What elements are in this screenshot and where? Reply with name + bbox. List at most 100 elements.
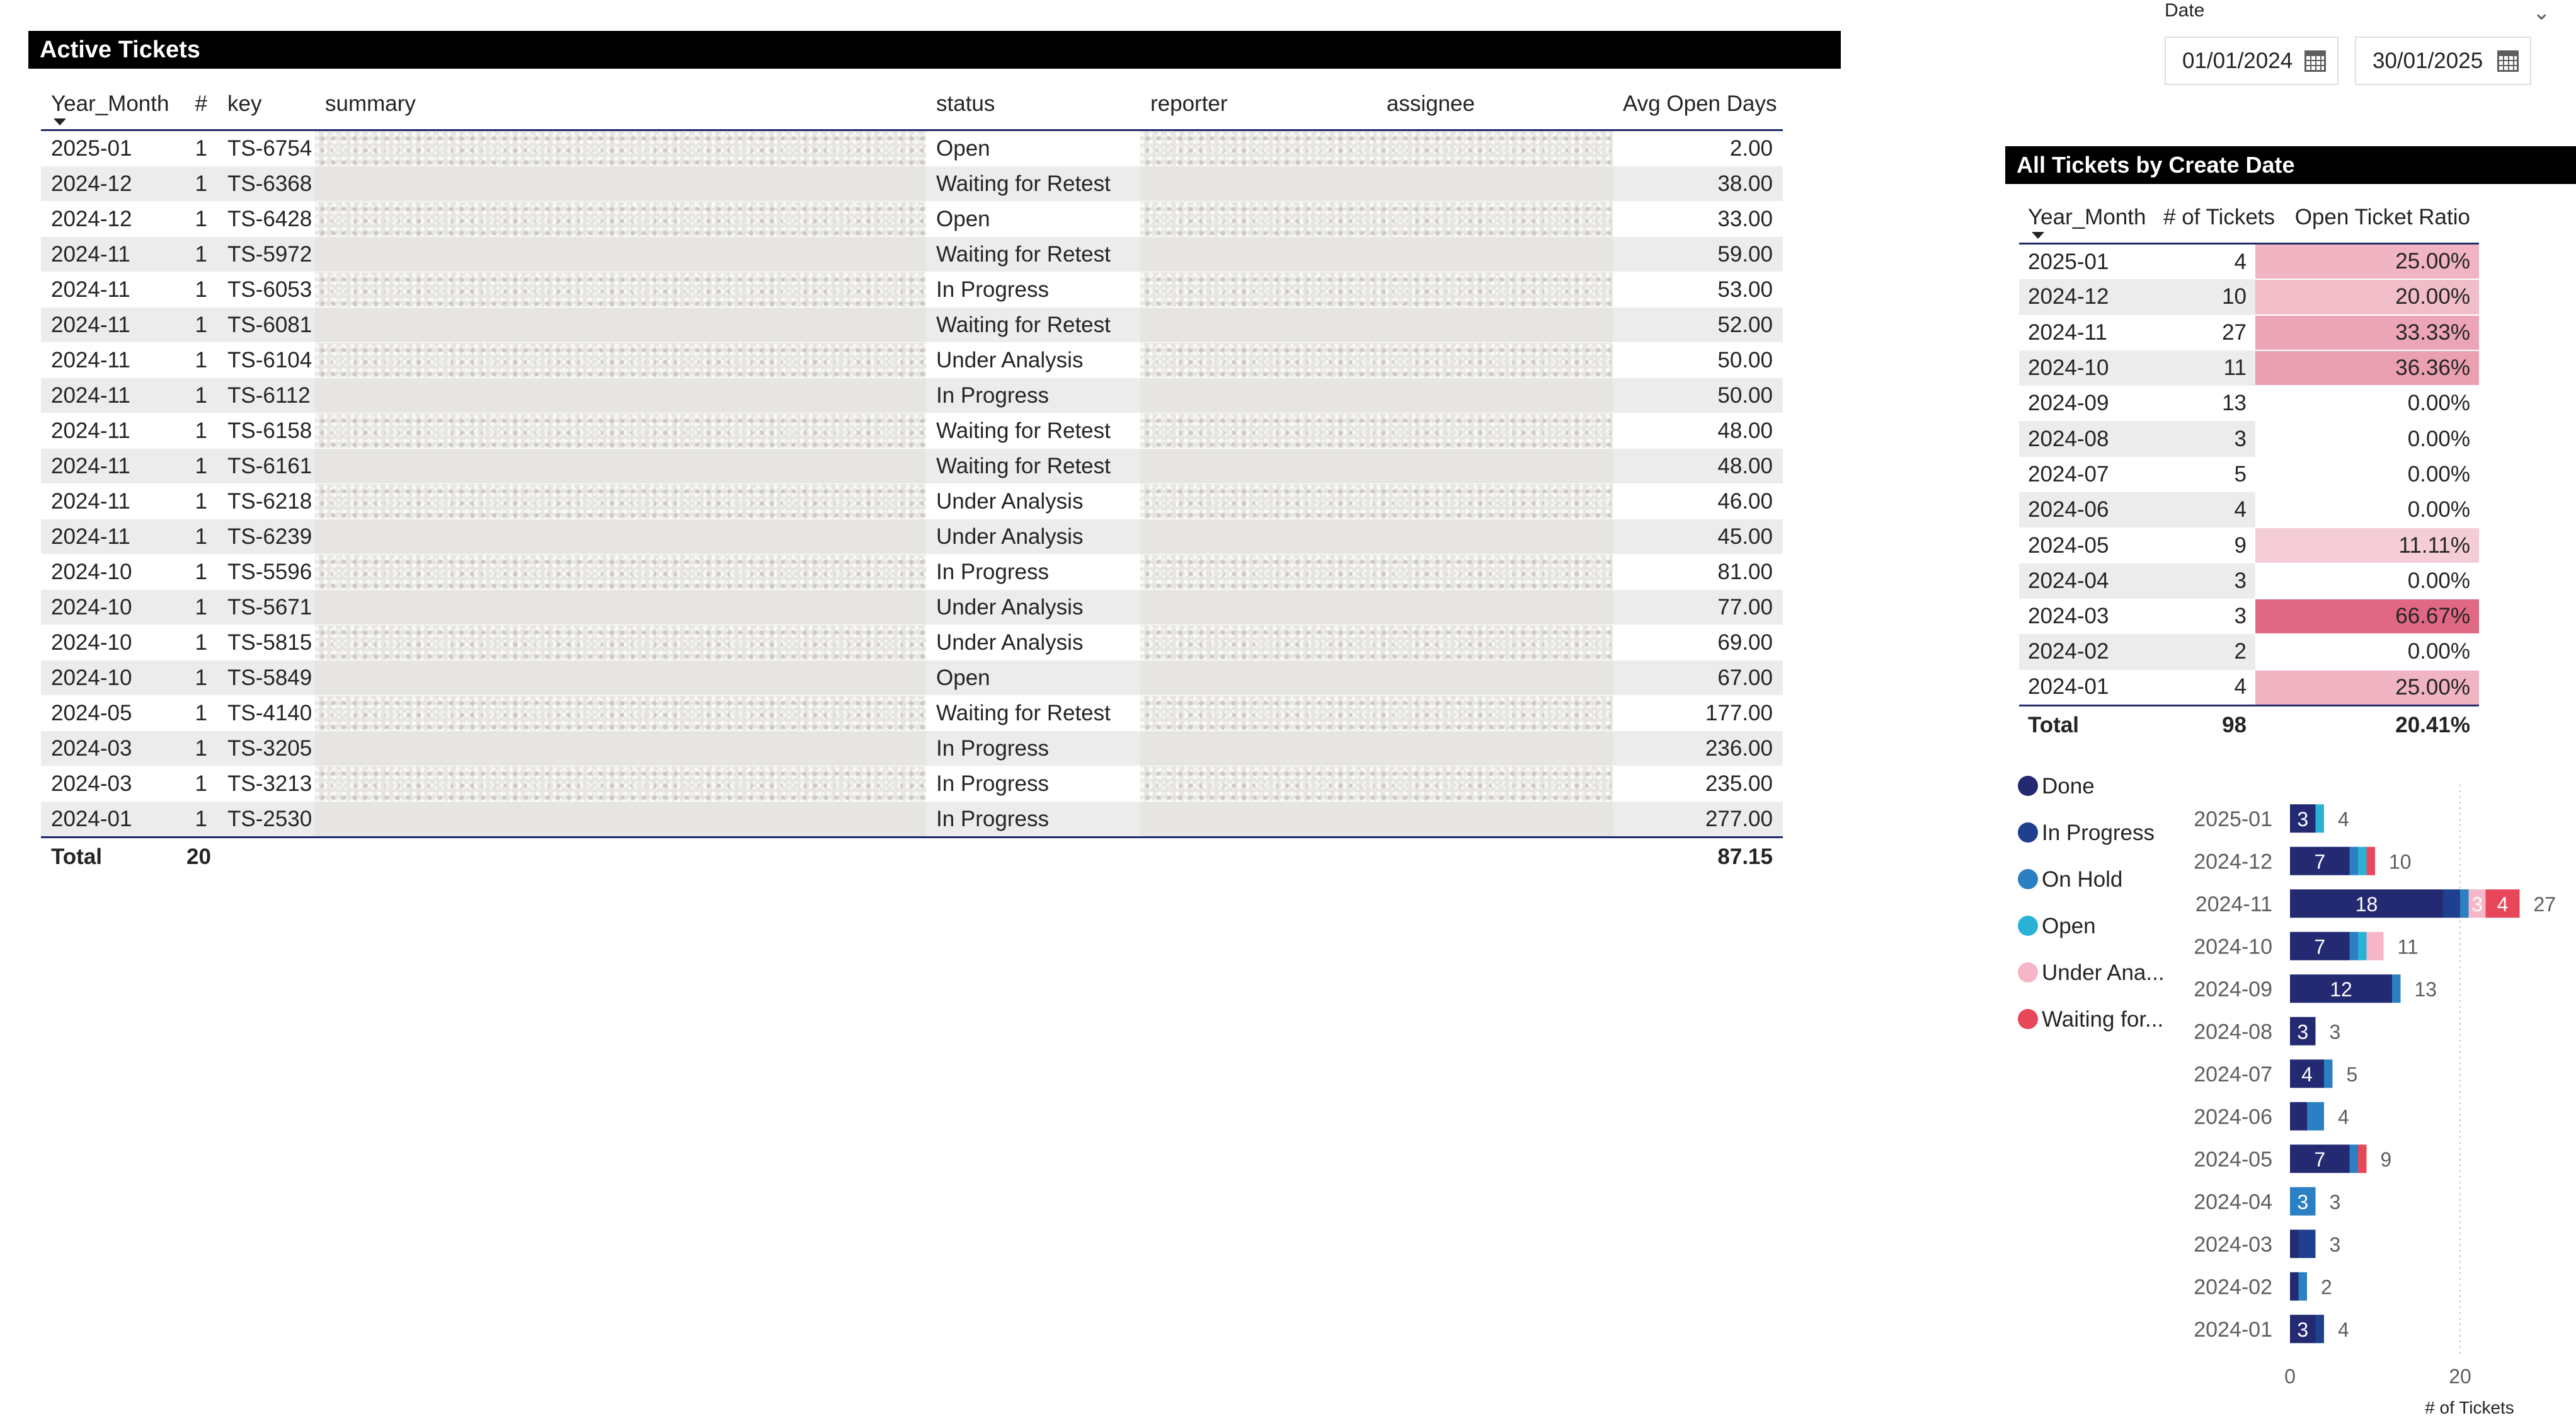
table-row[interactable]: 2024-12 1 TS-6428 Open 33.00 [41,201,1783,237]
table-row[interactable]: 2024-03 1 TS-3213 In Progress 235.00 [41,766,1783,802]
calendar-icon[interactable] [2497,50,2519,72]
cell-year-month: 2024-11 [41,342,176,378]
cell-avg-open-days: 48.00 [1613,413,1783,449]
legend-dot-icon [2018,776,2038,797]
cell-assignee-redacted [1377,307,1613,343]
table-row[interactable]: 2024-04 3 0.00% [2019,563,2479,599]
sort-descending-icon [54,118,66,125]
table-row[interactable]: 2024-11 1 TS-6158 Waiting for Retest 48.00 [41,413,1783,449]
table-row[interactable]: 2024-07 5 0.00% [2019,456,2479,493]
table-row[interactable]: 2024-01 4 25.00% [2019,669,2479,706]
cell-avg-open-days: 45.00 [1613,519,1783,555]
legend-item[interactable]: Open [2018,914,2096,939]
cell-num-tickets: 3 [2234,604,2247,629]
cell-reporter-redacted [1140,130,1377,166]
cell-count: 1 [176,307,217,343]
legend-label: Done [2042,774,2095,798]
column-header-year-month[interactable]: Year_Month [2019,192,2155,245]
column-header-key[interactable]: key [217,79,315,131]
column-header-reporter[interactable]: reporter [1140,79,1377,131]
table-row[interactable]: 2024-10 11 36.36% [2019,350,2479,387]
date-start-input[interactable]: 01/01/2024 [2165,37,2338,85]
table-row[interactable]: 2024-08 3 0.00% [2019,421,2479,458]
table-row[interactable]: 2024-05 1 TS-4140 Waiting for Retest 177.00 [41,695,1783,731]
table-row[interactable]: 2024-06 4 0.00% [2019,492,2479,529]
table-row[interactable]: 2024-10 1 TS-5596 In Progress 81.00 [41,554,1783,590]
cell-reporter-redacted [1140,166,1377,202]
cell-status: In Progress [926,730,1140,766]
sort-descending-icon [2032,232,2044,239]
bar-segment [2290,1272,2299,1301]
table-row[interactable]: 2024-02 2 0.00% [2019,634,2479,671]
y-tick-label: 2024-07 [2194,1063,2272,1086]
cell-count: 1 [176,660,217,696]
y-tick-label: 2025-01 [2194,807,2272,831]
table-row[interactable]: 2025-01 4 25.00% [2019,243,2479,280]
cell-year-month: 2025-01 [41,130,176,166]
table-row[interactable]: 2024-09 13 0.00% [2019,386,2479,422]
cell-num-tickets: 3 [2155,563,2255,599]
legend-item[interactable]: Under Ana... [2018,960,2165,986]
table-row[interactable]: 2024-10 1 TS-5671 Under Analysis 77.00 [41,589,1783,625]
cell-avg-open-days: 69.00 [1613,625,1783,660]
table-row[interactable]: 2024-11 1 TS-6081 Waiting for Retest 52.00 [41,307,1783,343]
table-row[interactable]: 2024-01 1 TS-2530 In Progress 277.00 [41,801,1783,838]
column-header-year-month[interactable]: Year_Month [41,79,176,131]
table-row[interactable]: 2024-11 1 TS-5972 Waiting for Retest 59.00 [41,236,1783,272]
date-end-input[interactable]: 30/01/2025 [2355,37,2531,85]
table-row[interactable]: 2024-11 1 TS-6112 In Progress 50.00 [41,377,1783,413]
legend-item[interactable]: On Hold [2018,867,2122,892]
column-header-avg-open-days[interactable]: Avg Open Days [1613,79,1783,131]
calendar-icon[interactable] [2304,50,2326,72]
total-label: Total [2019,704,2155,744]
column-header-summary[interactable]: summary [315,79,926,131]
active-tickets-table: Year_Month # key summary status reporter… [41,79,1783,877]
table-row[interactable]: 2024-03 3 66.67% [2019,598,2479,635]
table-row[interactable]: 2024-05 9 11.11% [2019,527,2479,564]
bar-segment [2443,889,2460,918]
cell-summary-redacted [315,448,926,484]
column-header-open-ticket-ratio[interactable]: Open Ticket Ratio [2255,192,2479,245]
data-label: 3 [2297,1020,2308,1043]
cell-count: 1 [176,483,217,519]
total-label: 9 [2381,1148,2392,1171]
cell-open-ticket-ratio: 0.00% [2255,492,2479,529]
cell-open-ticket-ratio: 11.11% [2255,527,2479,564]
cell-assignee-redacted [1377,201,1613,237]
table-row[interactable]: 2024-03 1 TS-3205 In Progress 236.00 [41,730,1783,766]
table-row[interactable]: 2024-11 1 TS-6104 Under Analysis 50.00 [41,342,1783,378]
legend-item[interactable]: Waiting for... [2018,1007,2163,1032]
cell-count: 1 [176,801,217,838]
legend-item[interactable]: Done [2018,774,2095,799]
cell-avg-open-days: 235.00 [1613,766,1783,802]
table-row[interactable]: 2024-10 1 TS-5849 Open 67.00 [41,660,1783,696]
cell-status: Under Analysis [926,519,1140,555]
cell-summary-redacted [315,625,926,660]
column-header-assignee[interactable]: assignee [1377,79,1613,131]
cell-open-ticket-ratio: 0.00% [2255,456,2479,493]
column-header-status[interactable]: status [926,79,1140,131]
cell-assignee-redacted [1377,448,1613,484]
legend-item[interactable]: In Progress [2018,821,2155,846]
table-row[interactable]: 2024-11 1 TS-6053 In Progress 53.00 [41,272,1783,308]
table-row[interactable]: 2024-11 1 TS-6161 Waiting for Retest 48.00 [41,448,1783,484]
cell-year-month: 2024-05 [2028,533,2109,558]
table-row[interactable]: 2024-11 1 TS-6239 Under Analysis 45.00 [41,519,1783,555]
cell-status: Under Analysis [926,589,1140,625]
cell-key: TS-6112 [217,377,315,413]
cell-status: In Progress [926,377,1140,413]
cell-summary-redacted [315,236,926,272]
chevron-down-icon[interactable]: ⌄ [2533,0,2551,25]
table-row[interactable]: 2025-01 1 TS-6754 Open 2.00 [41,130,1783,166]
table-row[interactable]: 2024-11 27 33.33% [2019,314,2479,351]
cell-assignee-redacted [1377,377,1613,413]
table-row[interactable]: 2024-10 1 TS-5815 Under Analysis 69.00 [41,625,1783,660]
cell-year-month: 2024-10 [2019,350,2155,386]
table-row[interactable]: 2024-12 10 20.00% [2019,279,2479,316]
column-header-num-tickets[interactable]: # of Tickets [2155,192,2275,245]
table-row[interactable]: 2024-11 1 TS-6218 Under Analysis 46.00 [41,483,1783,519]
data-label: 4 [2497,893,2509,916]
table-row[interactable]: 2024-12 1 TS-6368 Waiting for Retest 38.00 [41,166,1783,202]
cell-reporter-redacted [1140,695,1377,731]
column-header-count[interactable]: # [176,79,217,131]
